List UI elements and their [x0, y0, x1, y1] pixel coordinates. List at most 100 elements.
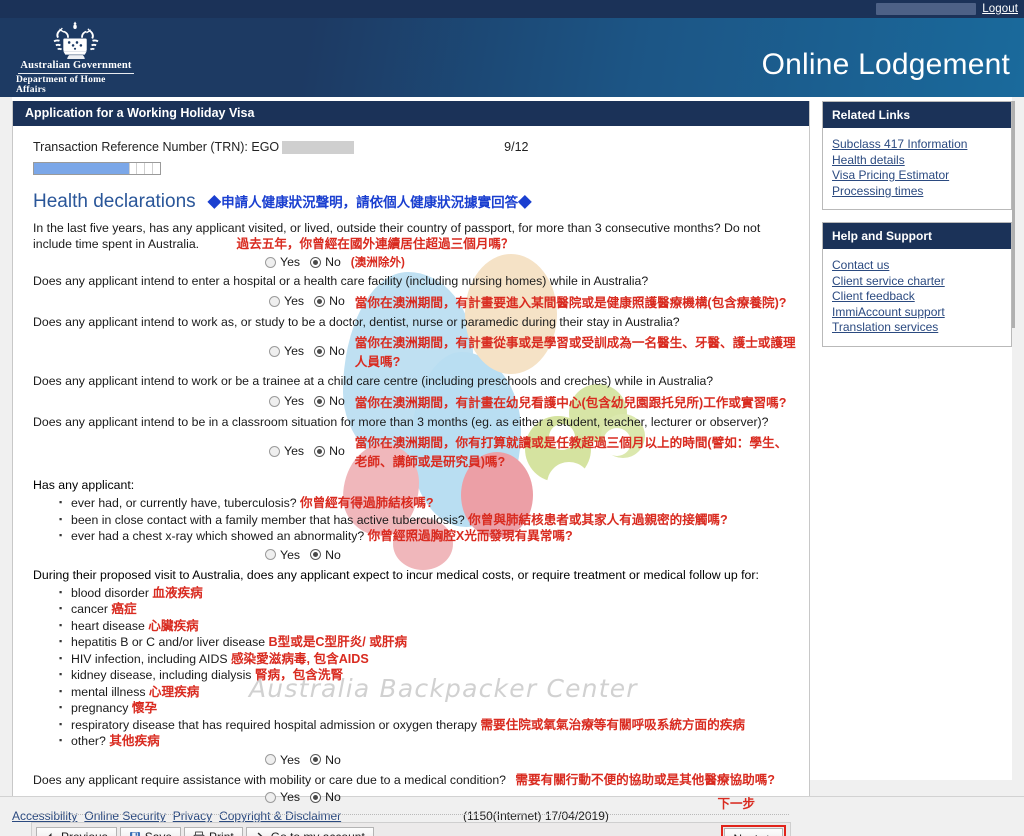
radio-yes-medical-costs[interactable]	[265, 754, 276, 765]
list-item: blood disorder 血液疾病	[59, 584, 799, 602]
printer-icon	[193, 831, 205, 836]
radio-yes-tuberculosis[interactable]	[265, 549, 276, 560]
cond-6-en: kidney disease, including dialysis	[71, 668, 252, 682]
site-header: Australian Government Department of Home…	[0, 18, 1024, 97]
question-4-zh: 當你在澳洲期間，有計畫在幼兒看護中心(包含幼兒園跟托兒所)工作或實習嗎?	[354, 395, 787, 410]
sidebar-link-subclass-417-information[interactable]: Subclass 417 Information	[832, 137, 1002, 153]
toolbar-divider	[33, 814, 789, 815]
sidebar-link-contact-us[interactable]: Contact us	[832, 258, 1002, 274]
crest-government-label: Australian Government	[20, 60, 132, 72]
radio-no-4[interactable]	[314, 395, 326, 407]
radio-no-medical-costs[interactable]	[310, 754, 322, 765]
radio-no-3[interactable]	[314, 345, 326, 357]
list-item: kidney disease, including dialysis 腎病，包含…	[59, 666, 799, 684]
sidebar-link-processing-times[interactable]: Processing times	[832, 184, 1002, 200]
cond-8-en: pregnancy	[71, 701, 129, 715]
logout-link[interactable]: Logout	[982, 3, 1018, 15]
answer-row-mobility: Yes No	[23, 790, 799, 804]
answer-row-1: Yes No (澳洲除外)	[23, 254, 799, 270]
page-gutter-left	[0, 97, 12, 796]
radio-no-4-label: No	[329, 394, 345, 408]
answer-row-tuberculosis: Yes No	[23, 548, 799, 562]
question-2-en: Does any applicant intend to enter a hos…	[33, 274, 649, 288]
crest-divider	[18, 72, 134, 74]
application-title: Application for a Working Holiday Visa	[13, 101, 809, 126]
previous-button[interactable]: Previous	[36, 826, 117, 836]
progress-bar-remaining	[128, 163, 161, 174]
question-4-en: Does any applicant intend to work or be …	[33, 374, 714, 388]
sidebar-link-visa-pricing-estimator[interactable]: Visa Pricing Estimator	[832, 168, 1002, 184]
answer-row-3: Yes No 當你在澳洲期間，有計畫從事或是學習或受訓成為一名醫生、牙醫、護士或…	[23, 332, 799, 370]
panel-related-links: Related Links Subclass 417 Information H…	[822, 101, 1012, 210]
radio-yes-5[interactable]	[269, 445, 280, 457]
sidebar-link-client-service-charter[interactable]: Client service charter	[832, 274, 1002, 290]
progress-bar-fill	[34, 163, 129, 174]
radio-no-2-label: No	[329, 294, 345, 308]
radio-yes-medical-costs-label: Yes	[280, 752, 301, 767]
sidebar-shadow	[1012, 101, 1015, 328]
section-heading: Health declarations ◆申請人健康狀況聲明，請依個人健康狀況據…	[33, 191, 799, 213]
site-title: Online Lodgement	[761, 48, 1010, 81]
cond-5-zh: 感染愛滋病毒, 包含AIDS	[230, 651, 369, 666]
panel-related-links-title: Related Links	[823, 102, 1011, 128]
list-item: ever had a chest x-ray which showed an a…	[59, 527, 799, 545]
sidebar-link-translation-services[interactable]: Translation services	[832, 320, 1002, 336]
cond-7-en: mental illness	[71, 684, 146, 699]
question-1-zh-suffix: (澳洲除外)	[350, 256, 405, 269]
next-button-highlight: Next	[721, 825, 786, 836]
cond-2-zh: 癌症	[111, 602, 137, 616]
radio-yes-4[interactable]	[269, 395, 280, 407]
radio-no-mobility[interactable]	[310, 791, 322, 803]
radio-yes-mobility[interactable]	[265, 791, 276, 803]
question-mobility-zh: 需要有關行動不便的協助或是其他醫療協助嗎?	[515, 772, 775, 787]
radio-no-tuberculosis[interactable]	[310, 549, 322, 560]
tb-item-2-zh: 你曾與肺結核患者或其家人有過親密的接觸嗎?	[468, 512, 728, 527]
radio-no-5-label: No	[329, 444, 345, 458]
save-button-label: Save	[145, 830, 172, 836]
has-applicant-lead: Has any applicant:	[33, 478, 135, 492]
radio-yes-4-label: Yes	[284, 394, 305, 408]
sidebar-link-client-feedback[interactable]: Client feedback	[832, 289, 1002, 305]
panel-related-links-body: Subclass 417 Information Health details …	[823, 128, 1011, 209]
radio-yes-5-label: Yes	[284, 444, 305, 458]
go-to-my-account-button-label: Go to my account	[271, 830, 365, 836]
cond-4-zh: B型或是C型肝炎/ 或肝病	[268, 635, 408, 649]
radio-no-mobility-label: No	[325, 790, 341, 804]
radio-no-2[interactable]	[314, 295, 326, 307]
list-item: cancer 癌症	[59, 600, 799, 618]
question-2-zh: 當你在澳洲期間，有計畫要進入某間醫院或是健康照護醫療機構(包含療養院)?	[354, 295, 787, 310]
sidebar-link-health-details[interactable]: Health details	[832, 153, 1002, 169]
chevron-right-icon	[257, 832, 263, 836]
question-text: Does any applicant require assistance wi…	[33, 773, 799, 789]
list-item: respiratory disease that has required ho…	[59, 716, 799, 734]
save-button[interactable]: Save	[119, 826, 182, 836]
answer-row-4: Yes No 當你在澳洲期間，有計畫在幼兒看護中心(包含幼兒園跟托兒所)工作或實…	[23, 392, 799, 411]
list-item: other? 其他疾病	[59, 732, 799, 750]
radio-no-1[interactable]	[310, 256, 322, 268]
cond-8-zh: 懷孕	[131, 701, 158, 715]
print-button[interactable]: Print	[184, 826, 243, 836]
tb-item-3-en: ever had a chest x-ray which showed an a…	[71, 529, 365, 543]
page-counter: 9/12	[504, 140, 529, 154]
radio-yes-2[interactable]	[269, 295, 280, 307]
next-button[interactable]: Next	[724, 828, 783, 836]
sidebar: Related Links Subclass 417 Information H…	[822, 101, 1012, 359]
cond-6-zh: 腎病，包含洗腎	[254, 668, 344, 682]
sidebar-link-immiaccount-support[interactable]: ImmiAccount support	[832, 305, 1002, 321]
form-body: Australia Backpacker Center Transaction …	[13, 126, 809, 836]
radio-yes-tuberculosis-label: Yes	[280, 547, 301, 562]
cond-3-en: heart disease	[71, 618, 145, 633]
australian-government-crest: Australian Government Department of Home…	[16, 20, 136, 95]
list-item: been in close contact with a family memb…	[59, 511, 799, 529]
radio-no-5[interactable]	[314, 445, 326, 457]
top-utility-bar: Logout	[0, 0, 1024, 18]
arrow-left-icon	[48, 833, 52, 836]
cond-7-zh: 心理疾病	[148, 684, 200, 699]
previous-button-label: Previous	[61, 830, 108, 836]
cond-2-en: cancer	[71, 602, 108, 616]
cond-4-en: hepatitis B or C and/or liver disease	[71, 635, 266, 649]
answer-row-medical-costs: Yes No	[23, 753, 799, 767]
radio-yes-3[interactable]	[269, 345, 280, 357]
radio-yes-1[interactable]	[265, 256, 276, 268]
go-to-my-account-button[interactable]: Go to my account	[245, 826, 374, 836]
